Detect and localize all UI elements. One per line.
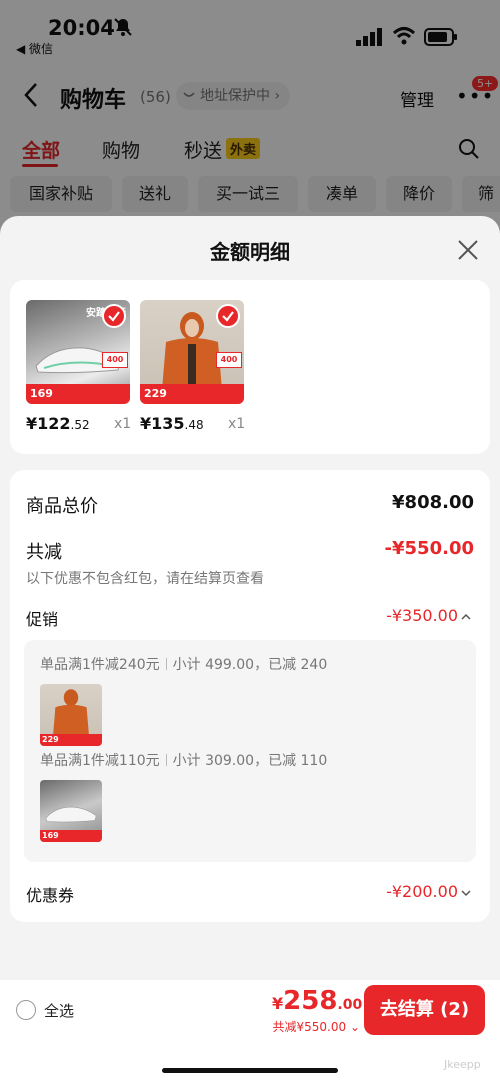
amount-detail-sheet: 金额明细 安踏旗行 400 169 ¥122.52 x1 [0,216,500,1084]
goods-total-label: 商品总价 [26,496,98,517]
total-integer: 258 [283,986,338,1016]
close-icon[interactable] [456,238,480,262]
thumb-price-strip: 229 [40,734,102,746]
chevron-up-icon[interactable] [460,612,472,622]
reduce-label: 共减 [26,542,62,563]
thumb-price-strip: 169 [26,384,130,404]
item-price-jacket: ¥135.48 [140,414,204,433]
promo-rule-text: 单品满1件减240元 [40,657,160,673]
item-qty: x1 [114,416,132,432]
product-thumb-shoe[interactable]: 安踏旗行 400 169 [26,300,130,404]
coupon-value[interactable]: -¥200.00 [350,882,458,901]
selected-check-icon[interactable] [216,304,240,328]
item-price-shoe: ¥122.52 [26,414,90,433]
select-all-radio[interactable] [16,1000,36,1020]
thumb-price-strip: 229 [140,384,244,404]
chevron-down-icon[interactable] [460,888,472,898]
shoe-illustration [45,806,97,823]
item-price-decimal: .48 [184,418,204,432]
watermark-text: Jkeepp [444,1058,481,1071]
reduce-value: -¥550.00 [384,538,474,559]
selected-check-icon[interactable] [102,304,126,328]
reduce-note: 以下优惠不包含红包，请在结算页查看 [26,571,264,587]
promo-rule-detail: 小计 499.00，已减 240 [172,657,328,673]
item-price-decimal: .52 [70,418,90,432]
item-price-main: ¥122 [26,414,71,433]
promo-rule-1: 单品满1件减240元 小计 499.00，已减 240 [40,654,327,674]
total-decimal: .00 [337,997,363,1013]
promo-detail-box: 单品满1件减240元 小计 499.00，已减 240 229 单品满1件减110… [24,640,476,862]
price-tag-400: 400 [102,352,128,368]
coupon-label: 优惠券 [26,886,75,905]
promo-rule-text: 单品满1件减110元 [40,753,160,769]
jacket-illustration [53,689,89,736]
promo-rule-detail: 小计 309.00，已减 110 [172,753,328,769]
price-tag-400: 400 [216,352,242,368]
items-card: 安踏旗行 400 169 ¥122.52 x1 400 229 ¥ [10,280,490,454]
total-price: ¥258.00 [272,986,362,1016]
promo-thumb-shoe[interactable]: 169 [40,780,102,842]
total-currency: ¥ [272,994,284,1013]
total-saved[interactable]: 共减¥550.00 ⌄ [260,1018,361,1035]
product-thumb-jacket[interactable]: 400 229 [140,300,244,404]
promo-rule-2: 单品满1件减110元 小计 309.00，已减 110 [40,750,327,770]
modal-backdrop[interactable] [0,0,500,240]
thumb-price-strip: 169 [40,830,102,842]
goods-total-value: ¥808.00 [392,492,474,513]
promo-value[interactable]: -¥350.00 [350,606,458,625]
select-all-label[interactable]: 全选 [44,1000,74,1021]
item-qty: x1 [228,416,246,432]
total-saved-text: 共减¥550.00 [272,1020,347,1034]
checkout-button[interactable]: 去结算 (2) [364,985,485,1035]
promo-thumb-jacket[interactable]: 229 [40,684,102,746]
home-indicator [162,1068,338,1073]
promo-label: 促销 [26,610,59,629]
sheet-title: 金额明细 [210,240,290,264]
item-price-main: ¥135 [140,414,185,433]
